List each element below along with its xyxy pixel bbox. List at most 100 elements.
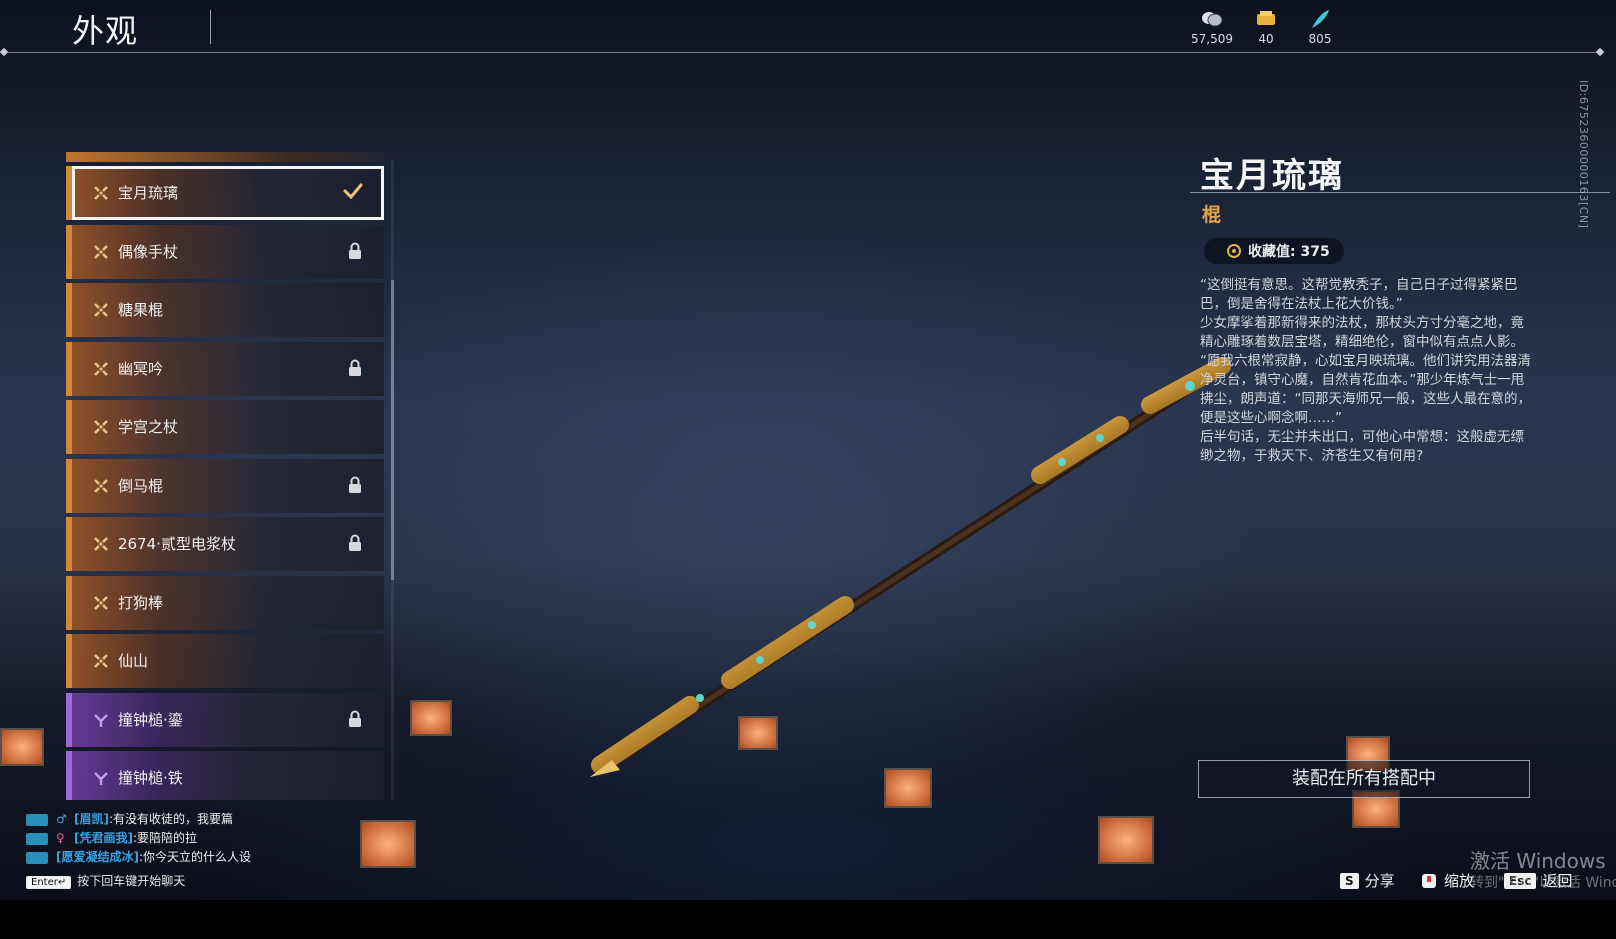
lantern-decoration: [0, 728, 44, 766]
lantern-decoration: [884, 768, 932, 808]
description-paragraph: 后半句话，无尘并未出口，可他心中常想：这般虚无缥缈之物，于救天下、济苍生又有何用…: [1200, 429, 1524, 464]
list-item[interactable]: 仙山: [66, 634, 384, 688]
letterbox-bar: [0, 900, 1616, 939]
list-item[interactable]: 打狗棒: [66, 575, 384, 630]
lantern-decoration: [1098, 816, 1154, 864]
item-name: 宝月琉璃: [1200, 156, 1344, 196]
title-separator: [210, 10, 211, 44]
female-icon: ♀: [56, 831, 65, 845]
check-icon: [343, 183, 363, 200]
header-divider: [4, 52, 1596, 53]
list-item[interactable]: 偶像手杖: [66, 224, 384, 279]
list-item-label: 2674·贰型电浆杖: [118, 535, 236, 553]
list-scrollbar-thumb[interactable]: [391, 280, 394, 580]
windows-activation-subtext: 转到"设置"以激活 Windows: [1470, 875, 1616, 891]
description-paragraph: 少女摩挲着那新得来的法杖，那杖头方寸分毫之地，竟精心雕琢着数层宝塔，精细绝伦，窗…: [1200, 315, 1524, 350]
share-label: 分享: [1364, 872, 1395, 890]
lantern-decoration: [360, 820, 416, 868]
zoom-button[interactable]: 缩放: [1420, 870, 1474, 891]
currency-coin[interactable]: 57,509: [1182, 8, 1242, 46]
orange-rarity-icon: [94, 654, 108, 668]
share-key-icon: S: [1340, 872, 1359, 889]
chat-enter-hint[interactable]: Enter↵ 按下回车键开始聊天: [26, 872, 185, 889]
lantern-decoration: [738, 716, 778, 750]
list-item[interactable]: 撞钟槌·铁: [66, 751, 384, 800]
orange-rarity-icon: [94, 537, 108, 551]
ticket-icon: [1257, 11, 1275, 25]
orange-rarity-icon: [94, 420, 108, 434]
purple-rarity-icon: [94, 772, 108, 785]
collect-value-badge: 收藏值: 375: [1204, 238, 1344, 264]
page-title: 外观: [72, 12, 139, 50]
orange-rarity-icon: [94, 361, 108, 376]
enter-hint-text: 按下回车键开始聊天: [77, 874, 186, 888]
chat-panel[interactable]: ♂ [眉凯]:有没有收徒的，我要篇 ♀ [凭君画我]:要陪陪的拉 [愿爱凝结成冰]:…: [26, 810, 251, 867]
lantern-decoration: [410, 700, 452, 736]
name-divider: [1190, 192, 1610, 193]
collect-value: 收藏值: 375: [1248, 244, 1330, 260]
currency-ticket[interactable]: 40: [1236, 8, 1296, 46]
list-item-label: 糖果棍: [118, 301, 164, 319]
windows-activation-watermark: 激活 Windows: [1470, 849, 1606, 873]
coin-icon: [1202, 12, 1223, 27]
ticket-value: 40: [1258, 32, 1274, 46]
list-item-label: 撞钟槌·鎏: [118, 710, 183, 729]
lock-icon: [349, 242, 361, 259]
top-bar: 外观 57,509 40 805: [0, 0, 1600, 54]
lock-icon: [349, 534, 361, 551]
mouse-icon: [1422, 873, 1436, 888]
list-item-label: 宝月琉璃: [118, 184, 179, 202]
orange-rarity-icon: [94, 478, 108, 493]
list-item[interactable]: 宝月琉璃: [66, 166, 384, 220]
weapon-type: 棍: [1202, 204, 1222, 226]
orange-rarity-icon: [94, 595, 108, 610]
share-button[interactable]: S 分享: [1340, 870, 1395, 891]
orange-rarity-icon: [94, 186, 108, 200]
list-item-label: 幽冥吟: [118, 359, 164, 378]
chat-message: ♂ [眉凯]:有没有收徒的，我要篇: [26, 810, 251, 829]
chat-sender[interactable]: [凭君画我]: [74, 831, 133, 845]
list-item[interactable]: 2674·贰型电浆杖: [66, 517, 384, 571]
chat-text: :你今天立的什么人设: [138, 850, 252, 864]
currency-feather[interactable]: 805: [1290, 8, 1350, 46]
chat-channel-icon: [26, 851, 48, 864]
lock-icon: [349, 710, 361, 727]
id-label: ID:67523600000163[CN]: [1577, 80, 1590, 229]
list-item-label: 打狗棒: [118, 593, 164, 612]
coin-value: 57,509: [1191, 32, 1233, 46]
list-item-label: 仙山: [118, 652, 149, 670]
chat-sender[interactable]: [眉凯]: [74, 812, 109, 826]
chat-text: :要陪陪的拉: [132, 831, 198, 845]
feather-icon: [1312, 10, 1329, 28]
game-scene: 外观 57,509 40 805 宝月琉璃偶像手杖糖果棍幽冥吟学宫之杖倒马棍 26…: [0, 0, 1616, 900]
male-icon: ♂: [56, 812, 67, 826]
description-paragraph: “愿我六根常寂静，心如宝月映琉璃。他们讲究用法器清净灵台，镇守心魔，自然肯花血本…: [1200, 353, 1531, 426]
list-item[interactable]: 糖果棍: [66, 283, 384, 337]
chat-text: :有没有收徒的，我要篇: [108, 812, 234, 826]
orange-rarity-icon: [94, 244, 108, 259]
list-item-label: 偶像手杖: [118, 242, 179, 261]
list-item-label: 学宫之杖: [118, 418, 179, 436]
list-item[interactable]: 幽冥吟: [66, 341, 384, 396]
equip-all-button[interactable]: 装配在所有搭配中: [1198, 760, 1530, 798]
list-item[interactable]: 学宫之杖: [66, 400, 384, 454]
list-item-label: 撞钟槌·铁: [118, 769, 183, 787]
feather-value: 805: [1308, 32, 1332, 46]
lock-icon: [349, 476, 361, 493]
list-item[interactable]: 撞钟槌·鎏: [66, 692, 384, 747]
list-item-label: 倒马棍: [118, 476, 164, 495]
chat-sender[interactable]: [愿爱凝结成冰]: [56, 850, 139, 864]
chat-channel-icon: [26, 813, 48, 826]
orange-rarity-icon: [94, 303, 108, 317]
enter-key-icon: Enter↵: [26, 876, 72, 889]
list-item[interactable]: 倒马棍: [66, 458, 384, 513]
collect-icon: [1227, 244, 1241, 258]
skin-list[interactable]: 宝月琉璃偶像手杖糖果棍幽冥吟学宫之杖倒马棍 2674·贰型电浆杖 打狗棒仙山撞钟槌·…: [66, 152, 384, 800]
chat-message: ♀ [凭君画我]:要陪陪的拉: [26, 829, 251, 848]
lock-icon: [349, 359, 361, 376]
chat-message: [愿爱凝结成冰]:你今天立的什么人设: [26, 848, 251, 867]
item-description: “这倒挺有意思。这帮觉教秃子，自己日子过得紧紧巴巴，倒是舍得在法杖上花大价钱。”…: [1200, 276, 1536, 466]
purple-rarity-icon: [94, 713, 108, 727]
chat-channel-icon: [26, 832, 48, 845]
description-paragraph: “这倒挺有意思。这帮觉教秃子，自己日子过得紧紧巴巴，倒是舍得在法杖上花大价钱。”: [1200, 277, 1518, 312]
